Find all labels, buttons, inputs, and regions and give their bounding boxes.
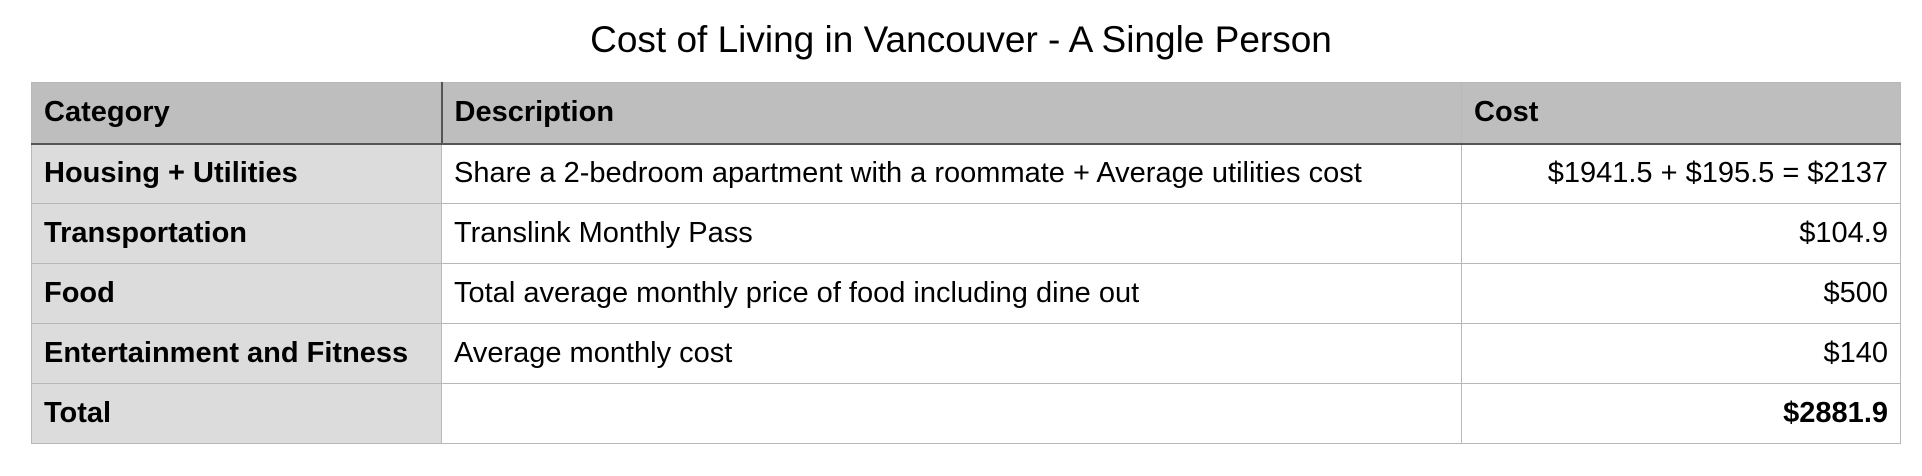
category-cell: Entertainment and Fitness: [31, 323, 442, 384]
table-row: Housing + Utilities Share a 2-bedroom ap…: [31, 143, 1901, 204]
total-description-cell: [441, 383, 1462, 444]
header-category: Category: [31, 82, 443, 144]
description-cell: Total average monthly price of food incl…: [441, 263, 1462, 324]
total-cost-cell: $2881.9: [1461, 383, 1901, 444]
table-body: Housing + Utilities Share a 2-bedroom ap…: [31, 143, 1901, 444]
description-cell: Translink Monthly Pass: [441, 203, 1462, 264]
page-title: Cost of Living in Vancouver - A Single P…: [590, 19, 1332, 60]
category-cell: Housing + Utilities: [31, 143, 442, 204]
category-cell: Transportation: [31, 203, 442, 264]
table-row: Transportation Translink Monthly Pass $1…: [31, 203, 1901, 264]
header-description: Description: [441, 82, 1462, 144]
table-row: Entertainment and Fitness Average monthl…: [31, 323, 1901, 384]
category-cell: Food: [31, 263, 442, 324]
cost-cell: $104.9: [1461, 203, 1901, 264]
header-cost: Cost: [1461, 82, 1901, 144]
cost-cell: $500: [1461, 263, 1901, 324]
cost-table: Category Description Cost Housing + Util…: [31, 82, 1901, 444]
description-cell: Average monthly cost: [441, 323, 1462, 384]
total-label-cell: Total: [31, 383, 442, 444]
cost-cell: $140: [1461, 323, 1901, 384]
cost-cell: $1941.5 + $195.5 = $2137: [1461, 143, 1901, 204]
table-header: Category Description Cost: [31, 82, 1901, 144]
description-cell: Share a 2-bedroom apartment with a roomm…: [441, 143, 1462, 204]
table-row: Food Total average monthly price of food…: [31, 263, 1901, 324]
header-row: Category Description Cost: [31, 82, 1901, 144]
total-row: Total $2881.9: [31, 383, 1901, 444]
